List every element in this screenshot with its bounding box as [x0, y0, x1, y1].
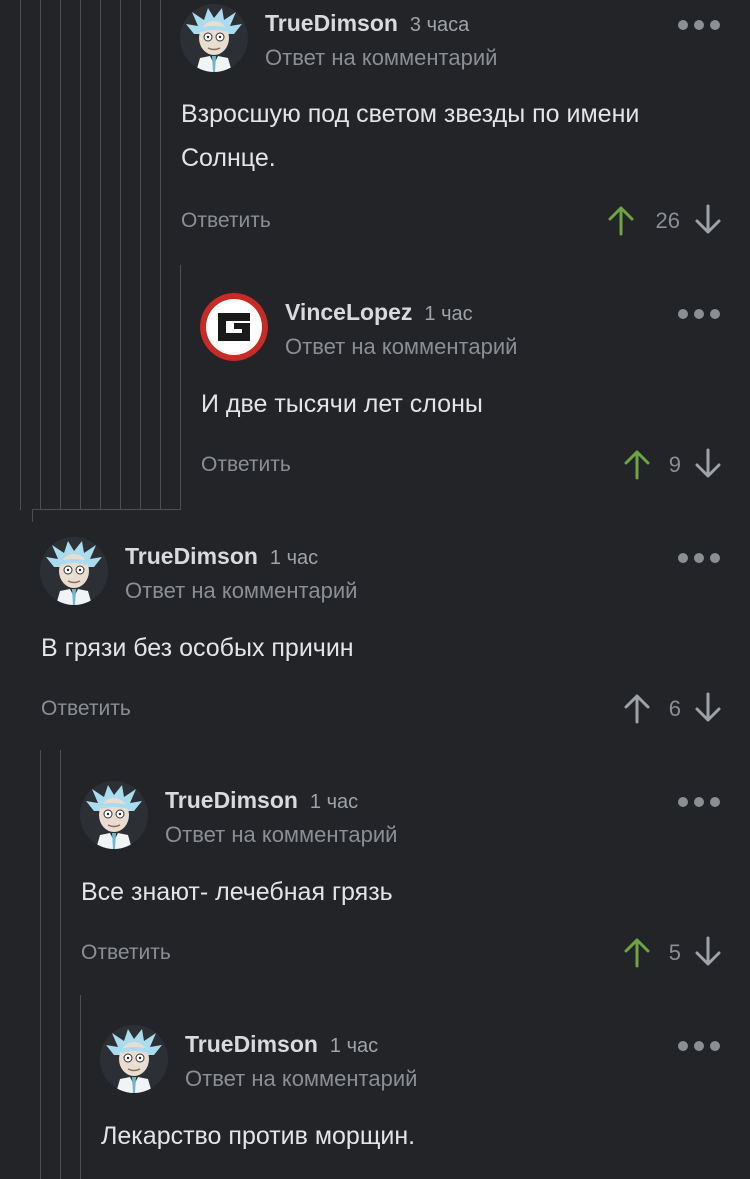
username[interactable]: TrueDimson 1 час: [165, 787, 358, 814]
downvote-arrow-icon[interactable]: [694, 692, 722, 724]
thread-line: [80, 0, 81, 510]
comment-time: 1 час: [309, 791, 359, 813]
more-options-icon[interactable]: [678, 307, 720, 319]
vote-score: 26: [655, 208, 680, 233]
comment-time: 1 час: [329, 1035, 379, 1057]
reply-button[interactable]: Ответить: [81, 941, 171, 965]
thread-line: [60, 0, 61, 510]
comment-text-line: Солнце.: [181, 144, 276, 172]
comment-text: В грязи без особых причин: [41, 626, 354, 670]
comment-time: 3 часа: [409, 14, 470, 36]
comment-time: 1 час: [424, 303, 473, 325]
rick-avatar-icon: [180, 4, 248, 72]
upvote-arrow-icon[interactable]: [607, 204, 635, 236]
g-logo-avatar[interactable]: [200, 293, 268, 361]
more-options-icon[interactable]: [678, 1039, 720, 1051]
rick-avatar-icon: [100, 1025, 168, 1093]
rick-avatar[interactable]: [180, 4, 248, 72]
comment-time: 1 час: [269, 547, 319, 569]
thread-line: [80, 995, 81, 1179]
more-options-icon[interactable]: [678, 551, 720, 563]
comment-text-line: И две тысячи лет слоны: [201, 390, 483, 418]
downvote-arrow-icon[interactable]: [694, 936, 722, 968]
username[interactable]: TrueDimson 1 час: [125, 543, 318, 570]
reply-to-link[interactable]: Ответ на комментарий: [165, 822, 397, 848]
thread-line: [40, 750, 41, 1179]
more-options-icon[interactable]: [678, 18, 720, 30]
thread-line: [32, 510, 33, 522]
rick-avatar-icon: [80, 781, 148, 849]
reply-button[interactable]: Ответить: [41, 697, 131, 721]
username-text[interactable]: TrueDimson: [265, 10, 398, 36]
username[interactable]: TrueDimson 1 час: [185, 1031, 378, 1058]
username-text[interactable]: TrueDimson: [165, 787, 298, 813]
thread-line: [140, 0, 141, 510]
g-logo-avatar-icon: [200, 293, 268, 361]
username[interactable]: TrueDimson 3 часа: [265, 10, 469, 37]
thread-line: [120, 0, 121, 510]
username[interactable]: VinceLopez 1 час: [285, 299, 473, 326]
reply-button[interactable]: Ответить: [201, 453, 291, 477]
thread-line: [20, 0, 21, 510]
thread-branch: [32, 509, 181, 510]
rick-avatar-icon: [40, 537, 108, 605]
reply-button[interactable]: Ответить: [181, 209, 271, 233]
rick-avatar[interactable]: [40, 537, 108, 605]
more-options-icon[interactable]: [678, 795, 720, 807]
comment-text: Все знают- лечебная грязь: [81, 870, 393, 914]
vote-score: 5: [668, 940, 681, 965]
thread-line: [100, 0, 101, 510]
reply-to-link[interactable]: Ответ на комментарий: [185, 1066, 417, 1092]
vote-score: 9: [668, 452, 681, 477]
username-text[interactable]: TrueDimson: [125, 543, 258, 569]
comment-text: Взросшую под светом звезды по имени Солн…: [181, 92, 639, 180]
rick-avatar[interactable]: [80, 781, 148, 849]
thread-line: [40, 0, 41, 510]
comment-text: И две тысячи лет слоны: [201, 382, 483, 426]
thread-line: [60, 750, 61, 1179]
reply-to-link[interactable]: Ответ на комментарий: [265, 45, 497, 71]
downvote-arrow-icon[interactable]: [694, 204, 722, 236]
username-text[interactable]: TrueDimson: [185, 1031, 318, 1057]
comment-text-line: Взросшую под светом звезды по имени: [181, 100, 640, 128]
comment-text: Лекарство против морщин.: [101, 1114, 415, 1158]
username-text[interactable]: VinceLopez: [285, 299, 412, 325]
thread-line: [180, 265, 181, 510]
comment-text-line: Все знают- лечебная грязь: [81, 878, 393, 906]
rick-avatar[interactable]: [100, 1025, 168, 1093]
reply-to-link[interactable]: Ответ на комментарий: [125, 578, 357, 604]
comment-text-line: Лекарство против морщин.: [101, 1122, 416, 1150]
thread-line: [160, 0, 161, 510]
downvote-arrow-icon[interactable]: [694, 448, 722, 480]
vote-score: 6: [668, 696, 681, 721]
reply-to-link[interactable]: Ответ на комментарий: [285, 334, 517, 360]
comment-text-line: В грязи без особых причин: [41, 634, 354, 662]
